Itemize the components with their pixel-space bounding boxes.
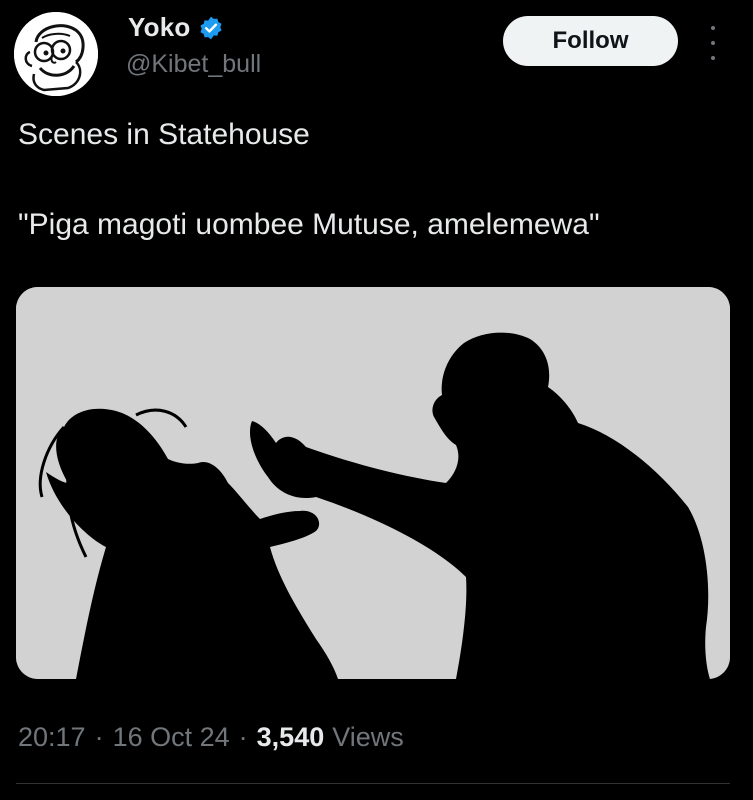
tweet-date[interactable]: 16 Oct 24 <box>113 722 230 753</box>
meta-separator: · <box>238 722 248 752</box>
more-dot <box>711 26 715 30</box>
author-display-name[interactable]: Yoko <box>128 12 190 43</box>
more-dot <box>711 41 715 45</box>
author-avatar[interactable] <box>14 12 98 96</box>
cartoon-avatar-icon <box>14 12 98 96</box>
more-options-icon[interactable] <box>706 26 720 60</box>
silhouette-image <box>16 287 730 679</box>
verified-badge-icon <box>198 15 224 41</box>
tweet-text-line: "Piga magoti uombee Mutuse, amelemewa" <box>18 208 600 241</box>
tweet-text-line: Scenes in Statehouse <box>18 118 310 151</box>
author-handle[interactable]: @Kibet_bull <box>126 50 261 79</box>
more-dot <box>711 56 715 60</box>
tweet-meta: 20:17 · 16 Oct 24 · 3,540 Views <box>18 722 404 753</box>
follow-button[interactable]: Follow <box>503 16 678 66</box>
views-count[interactable]: 3,540 <box>257 722 325 753</box>
views-label: Views <box>332 722 404 752</box>
tweet-media-image[interactable] <box>16 287 730 679</box>
author-name-row: Yoko <box>128 12 224 43</box>
meta-separator: · <box>94 722 104 752</box>
tweet-time[interactable]: 20:17 <box>18 722 86 753</box>
divider <box>16 783 730 784</box>
tweet-card: Yoko @Kibet_bull Follow Scenes in Stateh… <box>0 0 753 800</box>
